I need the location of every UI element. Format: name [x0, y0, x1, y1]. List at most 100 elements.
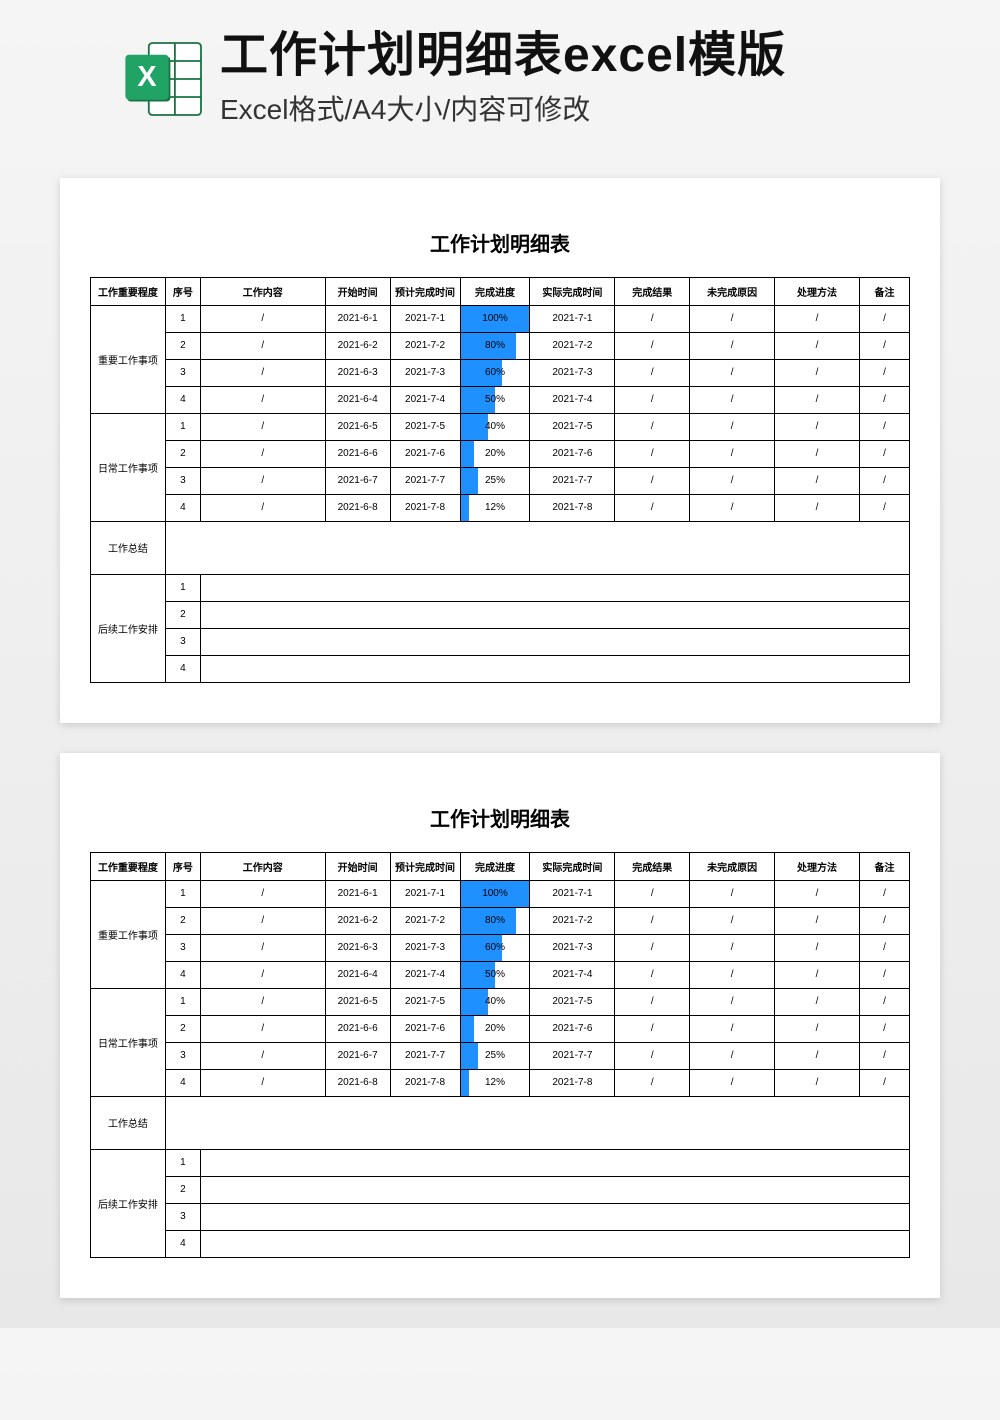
data-cell: /	[775, 359, 860, 386]
summary-content	[165, 1096, 909, 1149]
data-cell: 2021-6-6	[325, 1015, 390, 1042]
data-cell: /	[690, 934, 775, 961]
data-cell: /	[200, 440, 325, 467]
column-header: 完成进度	[460, 277, 530, 305]
followup-content	[200, 1230, 909, 1257]
data-cell: /	[200, 880, 325, 907]
data-cell: 2021-7-8	[530, 1069, 615, 1096]
data-cell: /	[859, 1015, 909, 1042]
data-cell: 2021-7-4	[390, 386, 460, 413]
data-cell: /	[775, 413, 860, 440]
followup-row: 3	[91, 628, 910, 655]
data-cell: /	[690, 359, 775, 386]
data-cell: /	[775, 1042, 860, 1069]
data-cell: 2021-6-4	[325, 961, 390, 988]
data-cell: 2021-6-7	[325, 467, 390, 494]
data-cell: 2	[165, 332, 200, 359]
data-cell: /	[615, 880, 690, 907]
data-cell: /	[200, 907, 325, 934]
data-cell: 2021-7-6	[390, 440, 460, 467]
data-cell: /	[775, 988, 860, 1015]
data-cell: /	[859, 332, 909, 359]
data-cell: /	[690, 386, 775, 413]
data-cell: /	[690, 1069, 775, 1096]
data-cell: /	[775, 494, 860, 521]
progress-cell: 40%	[460, 988, 530, 1015]
data-cell: 4	[165, 386, 200, 413]
progress-label: 20%	[461, 441, 530, 467]
data-cell: /	[775, 1015, 860, 1042]
data-cell: 2021-7-1	[390, 880, 460, 907]
data-cell: 2021-6-2	[325, 907, 390, 934]
data-cell: 2021-7-8	[390, 494, 460, 521]
table-row: 4/2021-6-82021-7-812%2021-7-8////	[91, 494, 910, 521]
summary-content	[165, 521, 909, 574]
data-cell: /	[690, 880, 775, 907]
data-cell: 2021-6-8	[325, 1069, 390, 1096]
data-cell: 2021-7-6	[390, 1015, 460, 1042]
table-row: 4/2021-6-42021-7-450%2021-7-4////	[91, 386, 910, 413]
column-header: 开始时间	[325, 277, 390, 305]
data-cell: /	[859, 880, 909, 907]
data-cell: 2021-7-4	[530, 386, 615, 413]
data-cell: 2	[165, 440, 200, 467]
data-cell: /	[200, 305, 325, 332]
data-cell: /	[200, 961, 325, 988]
progress-cell: 25%	[460, 1042, 530, 1069]
svg-text:X: X	[137, 61, 156, 93]
table-row: 2/2021-6-62021-7-620%2021-7-6////	[91, 440, 910, 467]
data-cell: /	[775, 305, 860, 332]
table-row: 2/2021-6-22021-7-280%2021-7-2////	[91, 907, 910, 934]
data-cell: /	[859, 440, 909, 467]
data-cell: 2021-6-5	[325, 413, 390, 440]
data-cell: 2021-6-3	[325, 359, 390, 386]
column-header: 工作内容	[200, 852, 325, 880]
data-cell: /	[859, 386, 909, 413]
column-header: 开始时间	[325, 852, 390, 880]
data-cell: 2021-7-6	[530, 440, 615, 467]
data-cell: /	[200, 494, 325, 521]
progress-cell: 20%	[460, 440, 530, 467]
data-cell: /	[690, 961, 775, 988]
column-header: 完成进度	[460, 852, 530, 880]
data-cell: 2021-7-5	[390, 413, 460, 440]
data-cell: 2021-7-5	[530, 988, 615, 1015]
data-cell: 2021-7-3	[390, 934, 460, 961]
progress-cell: 60%	[460, 934, 530, 961]
column-header: 序号	[165, 277, 200, 305]
data-cell: 2021-7-7	[530, 467, 615, 494]
data-cell: 2021-7-3	[530, 934, 615, 961]
data-cell: /	[615, 494, 690, 521]
data-cell: 3	[165, 1042, 200, 1069]
followup-seq: 2	[165, 1176, 200, 1203]
data-cell: 2021-7-3	[390, 359, 460, 386]
followup-content	[200, 628, 909, 655]
followup-label: 后续工作安排	[91, 574, 166, 682]
data-cell: /	[775, 332, 860, 359]
data-cell: /	[615, 1015, 690, 1042]
table-row: 3/2021-6-72021-7-725%2021-7-7////	[91, 467, 910, 494]
column-header: 未完成原因	[690, 852, 775, 880]
data-cell: 2	[165, 1015, 200, 1042]
table-row: 3/2021-6-32021-7-360%2021-7-3////	[91, 359, 910, 386]
data-cell: /	[859, 934, 909, 961]
column-header: 处理方法	[775, 852, 860, 880]
progress-cell: 25%	[460, 467, 530, 494]
data-cell: /	[859, 305, 909, 332]
followup-seq: 4	[165, 1230, 200, 1257]
category-cell: 日常工作事项	[91, 988, 166, 1096]
data-cell: 2021-6-8	[325, 494, 390, 521]
progress-cell: 50%	[460, 961, 530, 988]
progress-cell: 50%	[460, 386, 530, 413]
progress-label: 100%	[461, 881, 530, 907]
template-header: X 工作计划明细表excel模版 Excel格式/A4大小/内容可修改	[0, 0, 1000, 148]
category-cell: 重要工作事项	[91, 880, 166, 988]
data-cell: /	[690, 467, 775, 494]
summary-label: 工作总结	[91, 521, 166, 574]
data-cell: /	[615, 305, 690, 332]
data-cell: /	[615, 386, 690, 413]
data-cell: /	[775, 934, 860, 961]
data-cell: /	[200, 988, 325, 1015]
table-row: 3/2021-6-32021-7-360%2021-7-3////	[91, 934, 910, 961]
data-cell: 2021-7-2	[390, 907, 460, 934]
